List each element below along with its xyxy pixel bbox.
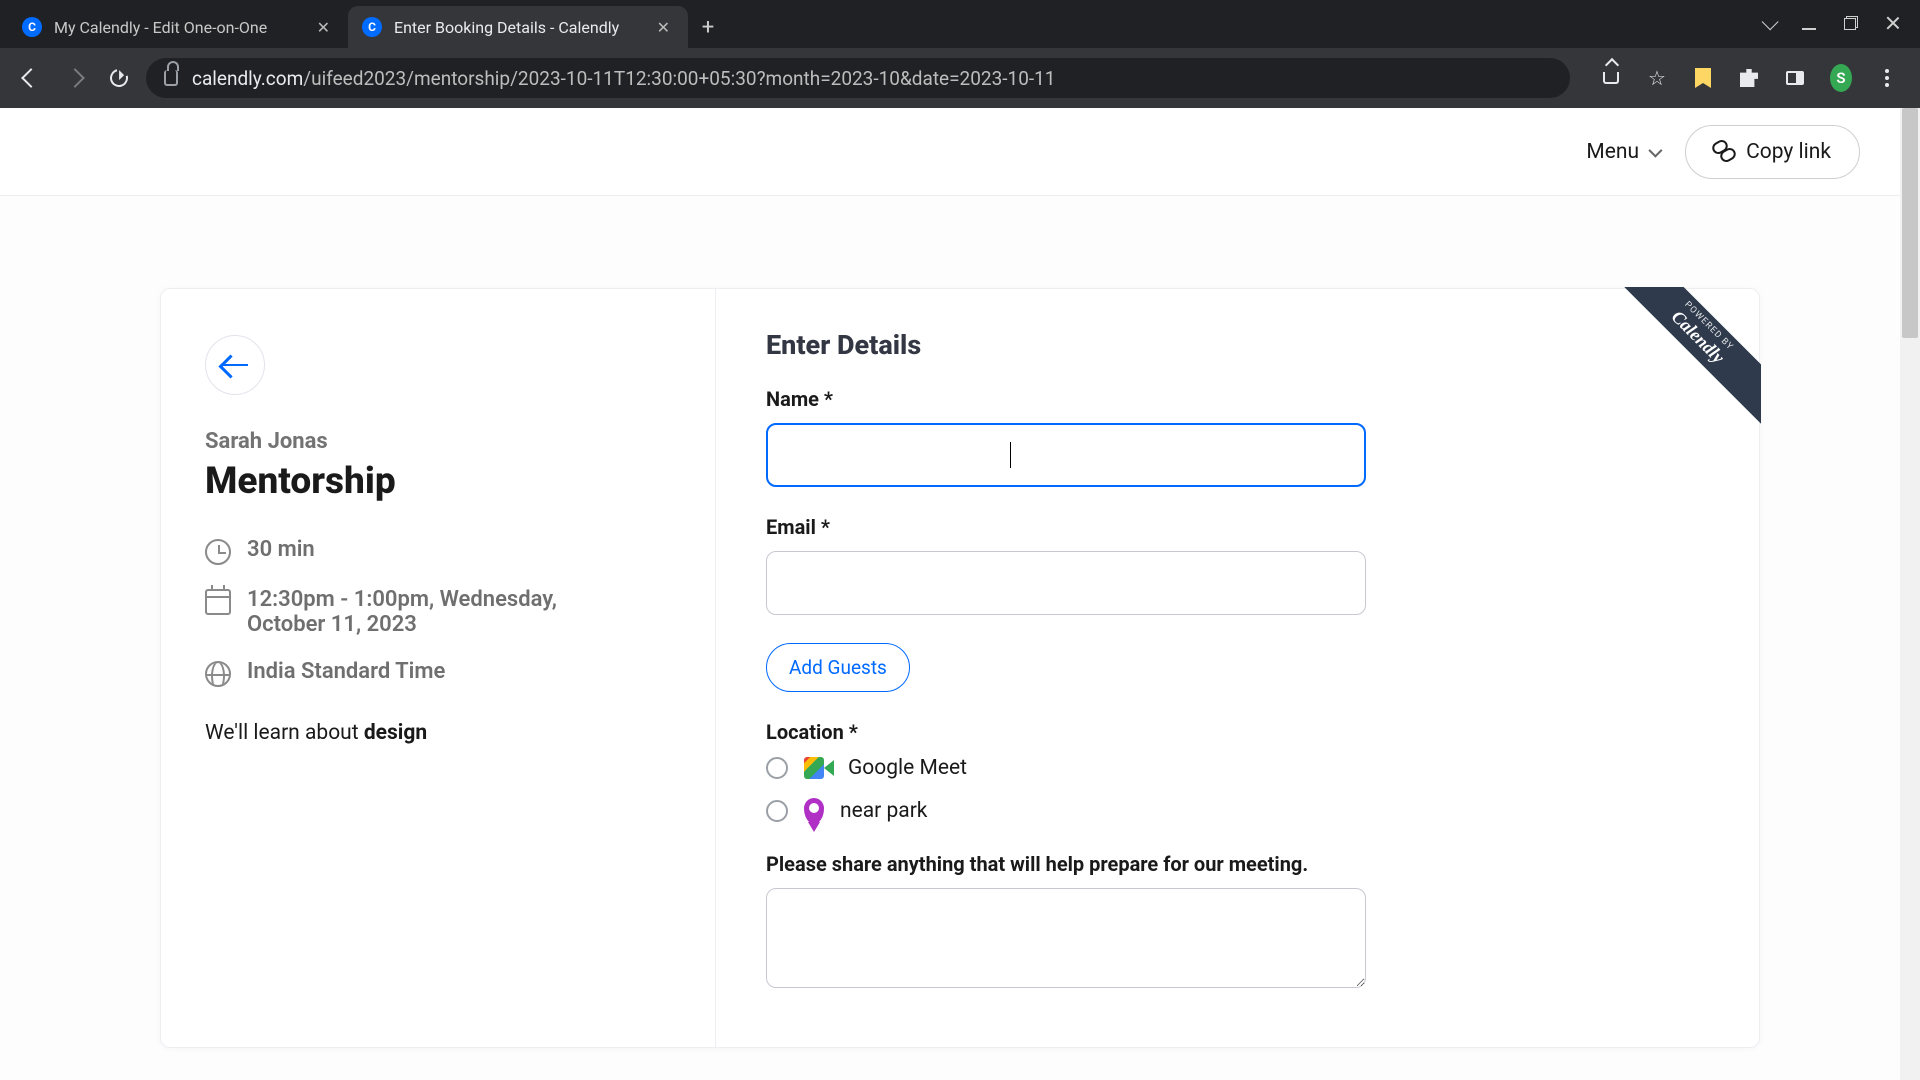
back-button[interactable] bbox=[205, 335, 265, 395]
location-option-google-meet[interactable]: Google Meet bbox=[766, 756, 1709, 780]
booking-form: Enter Details Name * Email * Add Guests … bbox=[716, 289, 1759, 1047]
duration-row: 30 min bbox=[205, 537, 671, 565]
vertical-scrollbar[interactable] bbox=[1900, 108, 1920, 1080]
address-bar[interactable]: calendly.com/uifeed2023/mentorship/2023-… bbox=[146, 58, 1570, 98]
nav-forward-button[interactable] bbox=[58, 61, 92, 95]
radio-icon[interactable] bbox=[766, 757, 788, 779]
add-guests-button[interactable]: Add Guests bbox=[766, 643, 910, 692]
page-viewport: Menu Copy link Powered by Calendly Sarah… bbox=[0, 108, 1920, 1080]
browser-menu-icon[interactable] bbox=[1876, 67, 1898, 89]
browser-tab-strip: My Calendly - Edit One-on-One ✕ Enter Bo… bbox=[0, 0, 1920, 48]
window-minimize-icon[interactable] bbox=[1802, 15, 1816, 34]
side-panel-icon[interactable] bbox=[1784, 67, 1806, 89]
url-path: /uifeed2023/mentorship/2023-10-11T12:30:… bbox=[303, 67, 1055, 90]
calendly-favicon bbox=[22, 17, 42, 37]
desc-bold: design bbox=[364, 721, 427, 745]
calendar-icon bbox=[205, 589, 231, 615]
new-tab-button[interactable]: + bbox=[688, 6, 728, 48]
menu-label: Menu bbox=[1586, 140, 1639, 164]
toolbar-right-icons: ☆ S bbox=[1580, 67, 1906, 89]
browser-toolbar: calendly.com/uifeed2023/mentorship/2023-… bbox=[0, 48, 1920, 108]
menu-dropdown[interactable]: Menu bbox=[1580, 132, 1665, 172]
timezone-text: India Standard Time bbox=[247, 659, 445, 684]
browser-tab-active[interactable]: Enter Booking Details - Calendly ✕ bbox=[348, 6, 688, 48]
globe-icon bbox=[205, 661, 231, 687]
tab-title: Enter Booking Details - Calendly bbox=[394, 18, 653, 37]
close-tab-icon[interactable]: ✕ bbox=[313, 14, 334, 41]
location-option-label: near park bbox=[840, 799, 927, 823]
nav-back-button[interactable] bbox=[14, 61, 48, 95]
google-meet-icon bbox=[804, 757, 832, 779]
window-close-icon[interactable] bbox=[1886, 15, 1900, 34]
copy-link-button[interactable]: Copy link bbox=[1685, 125, 1860, 179]
share-icon[interactable] bbox=[1600, 67, 1622, 89]
profile-avatar[interactable]: S bbox=[1830, 67, 1852, 89]
page-topbar: Menu Copy link bbox=[0, 108, 1920, 196]
datetime-text: 12:30pm - 1:00pm, Wednesday, October 11,… bbox=[247, 587, 607, 637]
calendly-favicon bbox=[362, 17, 382, 37]
arrow-left-icon bbox=[222, 364, 248, 367]
form-title: Enter Details bbox=[766, 329, 1709, 361]
url-host: calendly.com bbox=[192, 67, 303, 90]
timezone-row: India Standard Time bbox=[205, 659, 671, 687]
location-option-near-park[interactable]: near park bbox=[766, 798, 1709, 824]
event-description: We'll learn about design bbox=[205, 721, 671, 745]
scrollbar-thumb[interactable] bbox=[1902, 108, 1918, 338]
clock-icon bbox=[205, 539, 231, 565]
text-caret bbox=[1010, 442, 1011, 468]
radio-icon[interactable] bbox=[766, 800, 788, 822]
chevron-down-icon bbox=[1648, 143, 1662, 157]
desc-prefix: We'll learn about bbox=[205, 721, 364, 745]
window-controls bbox=[1762, 0, 1920, 48]
tabs-dropdown-icon[interactable] bbox=[1762, 15, 1774, 34]
bookmark-star-icon[interactable]: ☆ bbox=[1646, 67, 1668, 89]
location-label: Location * bbox=[766, 720, 1709, 744]
location-option-label: Google Meet bbox=[848, 756, 967, 780]
nav-reload-button[interactable] bbox=[102, 61, 136, 95]
link-icon bbox=[1714, 147, 1734, 157]
duration-text: 30 min bbox=[247, 537, 315, 562]
name-input[interactable] bbox=[766, 423, 1366, 487]
close-tab-icon[interactable]: ✕ bbox=[653, 14, 674, 41]
tab-title: My Calendly - Edit One-on-One bbox=[54, 18, 313, 37]
browser-tab-inactive[interactable]: My Calendly - Edit One-on-One ✕ bbox=[8, 6, 348, 48]
event-title: Mentorship bbox=[205, 460, 671, 503]
datetime-row: 12:30pm - 1:00pm, Wednesday, October 11,… bbox=[205, 587, 671, 637]
copy-link-label: Copy link bbox=[1746, 140, 1831, 164]
window-maximize-icon[interactable] bbox=[1844, 15, 1858, 34]
name-label: Name * bbox=[766, 387, 1709, 411]
email-input[interactable] bbox=[766, 551, 1366, 615]
event-summary-panel: Sarah Jonas Mentorship 30 min 12:30pm - … bbox=[161, 289, 716, 1047]
host-name: Sarah Jonas bbox=[205, 429, 671, 454]
notes-textarea[interactable] bbox=[766, 888, 1366, 988]
extensions-icon[interactable] bbox=[1738, 67, 1760, 89]
notes-label: Please share anything that will help pre… bbox=[766, 852, 1709, 876]
bookmark-tag-icon[interactable] bbox=[1692, 67, 1714, 89]
booking-card: Powered by Calendly Sarah Jonas Mentorsh… bbox=[160, 288, 1760, 1048]
email-label: Email * bbox=[766, 515, 1709, 539]
lock-icon bbox=[164, 70, 178, 86]
map-pin-icon bbox=[804, 798, 824, 824]
